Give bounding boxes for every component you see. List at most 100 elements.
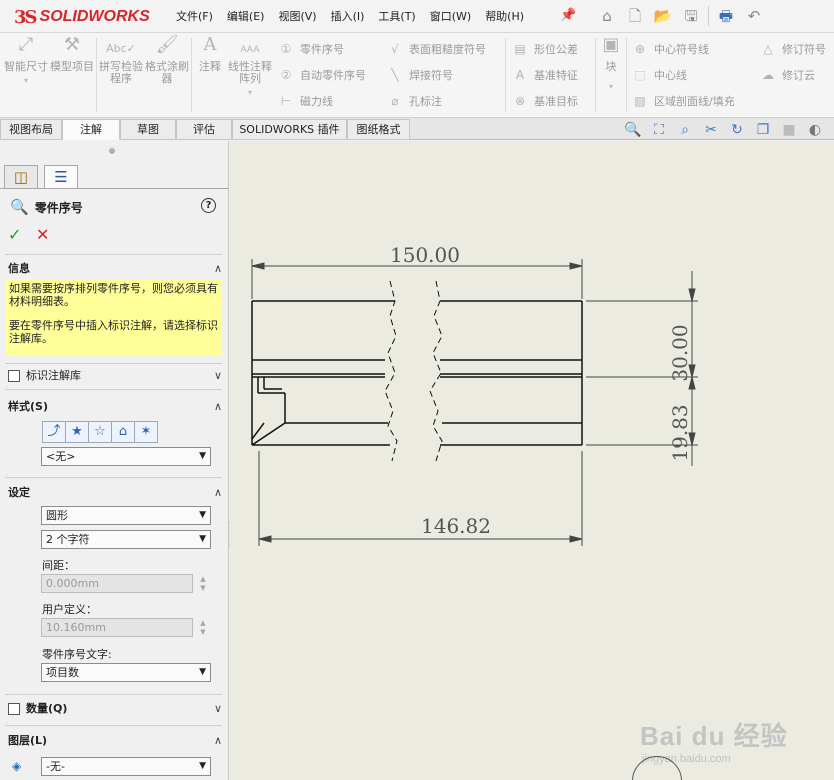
format-painter-button[interactable]: 🖌 格式涂刷器: [145, 36, 189, 85]
user-defined-input[interactable]: 10.160mm: [41, 618, 193, 637]
note-button[interactable]: A 注释: [191, 34, 229, 73]
ok-button[interactable]: ✓: [8, 225, 21, 244]
panel-grip[interactable]: [109, 148, 115, 154]
annotation-library-checkbox[interactable]: [8, 370, 20, 382]
magnetic-line-tool[interactable]: ⊢ 磁力线: [278, 93, 333, 109]
tab-solidworks-addins[interactable]: SOLIDWORKS 插件: [232, 119, 347, 140]
load-style-icon[interactable]: ✶: [134, 421, 158, 443]
info-group-header[interactable]: 信息 ∧: [8, 259, 222, 277]
dropdown-arrow-icon: ▼: [199, 761, 206, 771]
layer-select[interactable]: -无- ▼: [41, 757, 211, 776]
datum-feature-tool[interactable]: A 基准特征: [512, 67, 578, 83]
menu-file[interactable]: 文件(F): [176, 8, 213, 24]
feature-manager-tab[interactable]: ◫: [4, 165, 38, 189]
drawing-sheet[interactable]: 150.00 146.82 30.00 19.83: [230, 141, 834, 780]
menu-help[interactable]: 帮助(H): [485, 8, 524, 24]
zoom-previous-icon[interactable]: ⌕: [674, 121, 696, 139]
print-icon[interactable]: 🖶: [715, 6, 737, 26]
spacing-input[interactable]: 0.000mm: [41, 574, 193, 593]
tab-sketch[interactable]: 草图: [120, 119, 176, 140]
balloon-text-select[interactable]: 项目数 ▼: [41, 663, 211, 682]
balloon-icon: ①: [280, 42, 292, 56]
hole-callout-tool[interactable]: ⌀ 孔标注: [387, 93, 442, 109]
hole-callout-icon: ⌀: [391, 94, 399, 108]
part-outline: [251, 300, 583, 446]
style-group-header[interactable]: 样式(S) ∧: [8, 397, 222, 415]
display-style-icon[interactable]: ■: [778, 121, 800, 139]
user-defined-label: 用户定义：: [42, 603, 97, 616]
centerline-tool[interactable]: ⬚ 中心线: [632, 67, 687, 83]
block-button[interactable]: ▣ 块 ▾: [598, 36, 624, 93]
annotation-library-group[interactable]: 标识注解库 ∨: [8, 366, 222, 384]
balloon-size-select[interactable]: 2 个字符 ▼: [41, 530, 211, 549]
save-style-icon[interactable]: ⌂: [111, 421, 135, 443]
revision-cloud-tool[interactable]: ☁ 修订云: [760, 67, 815, 83]
note-icon: A: [203, 34, 217, 55]
menu-window[interactable]: 窗口(W): [430, 8, 471, 24]
smart-dimension-button[interactable]: ⤢ 智能尺寸 ▾: [4, 36, 48, 87]
dimension-top-text[interactable]: 150.00: [390, 243, 460, 267]
hide-show-icon[interactable]: ◐: [804, 121, 826, 139]
watermark-main: Bai du 经验: [640, 721, 788, 751]
layer-icon: ◈: [12, 759, 22, 773]
datum-feature-icon: A: [515, 68, 525, 82]
quantity-checkbox[interactable]: [8, 703, 20, 715]
quantity-group[interactable]: 数量(Q) ∨: [8, 699, 222, 717]
cancel-button[interactable]: ✕: [36, 225, 49, 244]
settings-group-header[interactable]: 设定 ∧: [8, 483, 222, 501]
dimension-right-inner-text[interactable]: 19.83: [668, 404, 692, 461]
datum-target-icon: ⊗: [514, 94, 526, 108]
model-items-icon: ⚒: [63, 34, 81, 55]
layer-group-header[interactable]: 图层(L) ∧: [8, 731, 222, 749]
center-mark-tool[interactable]: ⊕ 中心符号线: [632, 41, 709, 57]
set-current-style-icon[interactable]: ⤴: [42, 421, 66, 443]
add-style-icon[interactable]: ★: [65, 421, 89, 443]
save-icon[interactable]: 🖫: [680, 6, 702, 26]
menu-tools[interactable]: 工具(T): [378, 8, 415, 24]
menu-edit[interactable]: 编辑(E): [227, 8, 265, 24]
balloon-shape-select[interactable]: 圆形 ▼: [41, 506, 211, 525]
revision-symbol-tool[interactable]: △ 修订符号: [760, 41, 826, 57]
chevron-down-icon: ∨: [213, 368, 222, 382]
tab-evaluate[interactable]: 评估: [176, 119, 232, 140]
surface-finish-tool[interactable]: √ 表面粗糙度符号: [387, 41, 486, 57]
open-folder-icon[interactable]: 📂: [652, 6, 674, 26]
delete-style-icon[interactable]: ☆: [88, 421, 112, 443]
info-message: 如果需要按序排列零件序号，则您必须具有材料明细表。 要在零件序号中插入标识注解，…: [6, 279, 222, 356]
spell-check-icon: Abc✓: [106, 42, 136, 55]
dimension-bottom-text[interactable]: 146.82: [421, 514, 491, 538]
zoom-area-icon[interactable]: ⛶: [648, 121, 670, 139]
section-view-icon[interactable]: ✂: [700, 121, 722, 139]
datum-target-tool[interactable]: ⊗ 基准目标: [512, 93, 578, 109]
style-select[interactable]: <无> ▼: [41, 447, 211, 466]
model-items-button[interactable]: ⚒ 模型项目: [50, 34, 94, 73]
tab-sheet-format[interactable]: 图纸格式: [347, 119, 410, 140]
pin-icon[interactable]: 📌: [560, 8, 576, 23]
help-icon[interactable]: ?: [201, 198, 216, 213]
menu-insert[interactable]: 插入(I): [331, 8, 365, 24]
balloon-tool[interactable]: ① 零件序号: [278, 41, 344, 57]
tab-view-layout[interactable]: 视图布局: [0, 119, 62, 140]
dropdown-arrow-icon: ▼: [199, 451, 206, 461]
geometric-tolerance-tool[interactable]: ▤ 形位公差: [512, 41, 578, 57]
menu-view[interactable]: 视图(V): [278, 8, 316, 24]
linear-note-pattern-button[interactable]: AAA 线性注释阵列 ▾: [228, 39, 272, 99]
zoom-to-fit-icon[interactable]: 🔍: [622, 121, 644, 139]
new-file-icon[interactable]: 🗋: [624, 6, 646, 26]
home-icon[interactable]: ⌂: [596, 6, 618, 26]
view-orientation-icon[interactable]: ❐: [752, 121, 774, 139]
dimension-right-outer-text[interactable]: 30.00: [668, 324, 692, 381]
property-manager-tab[interactable]: ☰: [44, 165, 78, 189]
spinner-arrows-icon[interactable]: ▲ ▼: [198, 619, 208, 637]
undo-icon[interactable]: ↶: [743, 6, 765, 26]
auto-balloon-tool[interactable]: ② 自动零件序号: [278, 67, 366, 83]
tab-annotation[interactable]: 注解: [62, 119, 120, 140]
weld-symbol-tool[interactable]: ╲ 焊接符号: [387, 67, 453, 83]
area-hatch-tool[interactable]: ▧ 区域剖面线/填充: [632, 93, 734, 109]
menu-bar: 文件(F) 编辑(E) 视图(V) 插入(I) 工具(T) 窗口(W) 帮助(H…: [176, 8, 538, 24]
rotate-view-icon[interactable]: ↻: [726, 121, 748, 139]
chevron-up-icon: ∧: [213, 485, 222, 499]
solidworks-logo[interactable]: 3S SOLIDWORKS: [14, 6, 150, 28]
spell-check-button[interactable]: Abc✓ 拼写检验程序: [99, 39, 143, 85]
spinner-arrows-icon[interactable]: ▲ ▼: [198, 575, 208, 593]
